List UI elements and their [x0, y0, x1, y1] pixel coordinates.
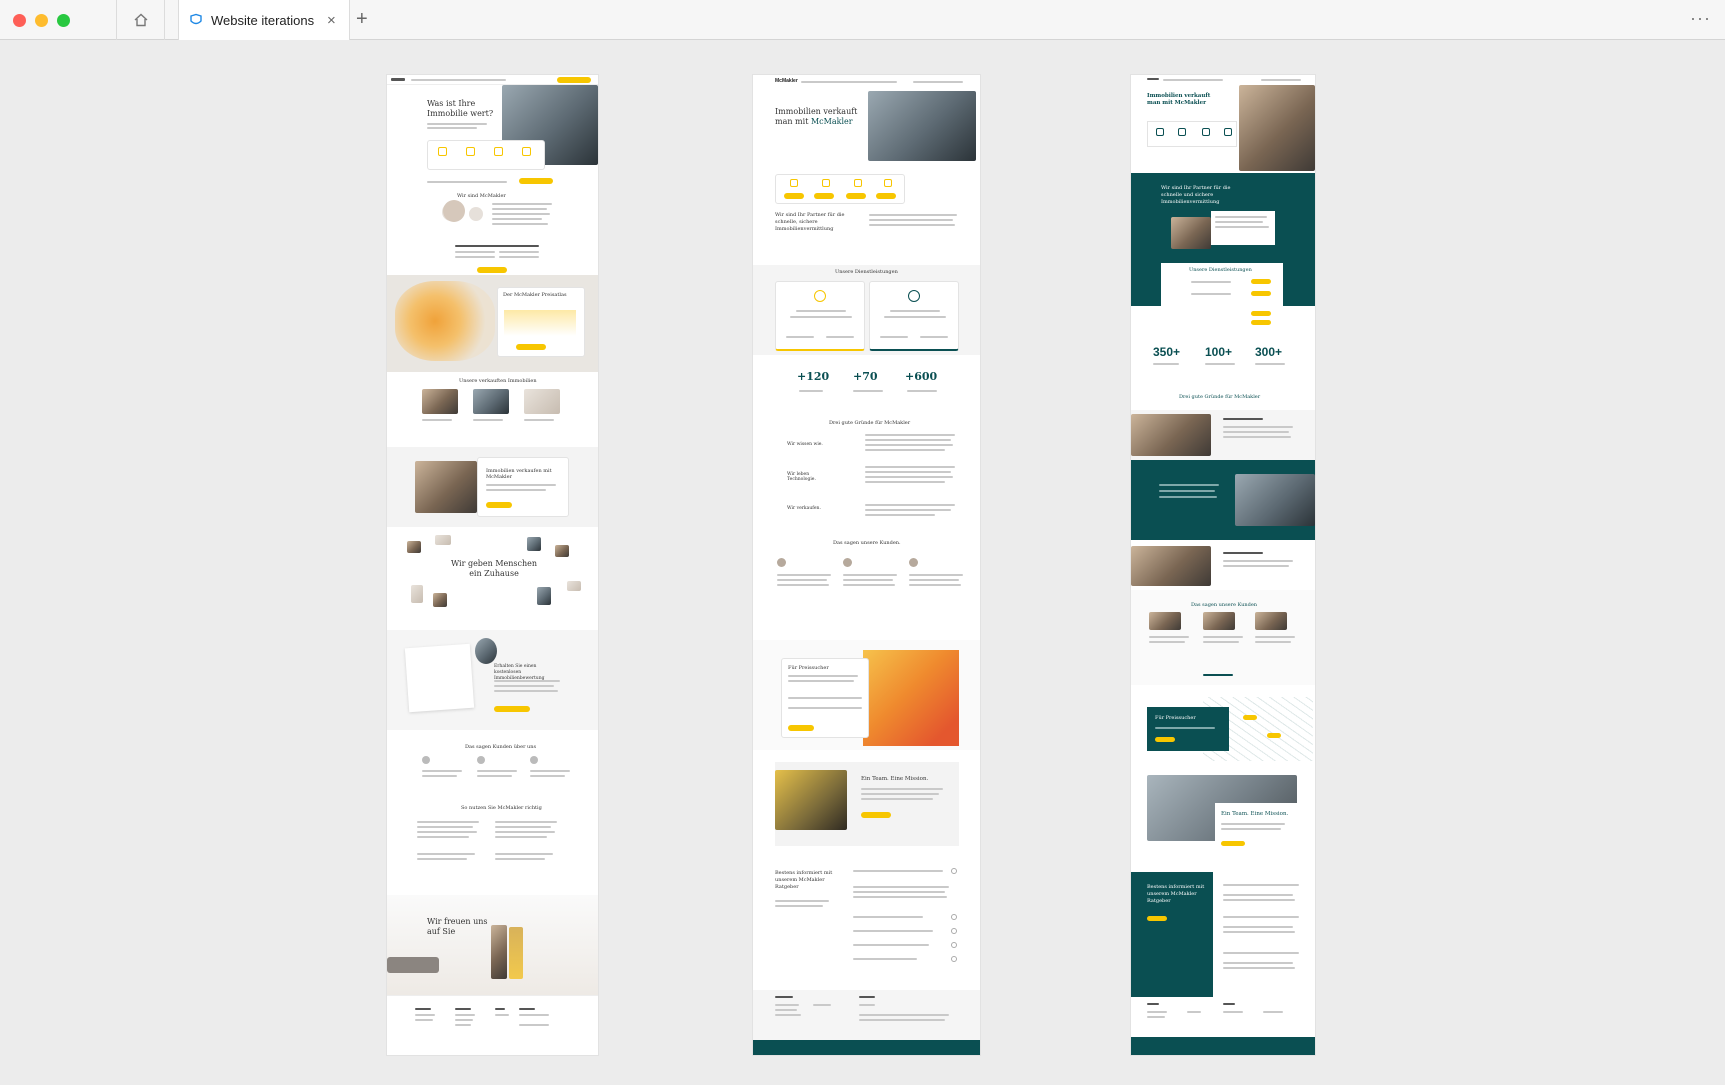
v2-hero-photo	[868, 91, 976, 161]
v3-team: Ein Team. Eine Mission.	[1131, 775, 1315, 865]
iteration-1-frame[interactable]: Was ist Ihre Immobilie wert? Wir sind Mc…	[387, 75, 598, 1055]
v2-stat-3: +600	[905, 370, 938, 383]
v3-price-title: Für Preissucher	[1155, 715, 1196, 721]
v1-about-cta[interactable]	[477, 267, 507, 273]
v1-about-title: Wir sind McMakler	[457, 193, 506, 199]
close-window-button[interactable]	[13, 14, 26, 27]
v2-property-type-card[interactable]	[775, 174, 905, 204]
home-icon	[134, 13, 147, 27]
close-tab-icon[interactable]: ×	[327, 13, 336, 28]
v2-hero-title: Immobilien verkauft man mit McMakler	[775, 107, 858, 126]
v1-sell: Immobilien verkaufen mit McMakler	[387, 447, 598, 527]
iteration-2-frame[interactable]: McMakler Immobilien verkauft man mit McM…	[753, 75, 980, 1055]
v3-partner-title: Wir sind Ihr Partner für die schnelle un…	[1161, 185, 1231, 205]
v1-nav	[387, 75, 598, 85]
v3-advice-list	[1223, 872, 1309, 997]
new-tab-button[interactable]: +	[356, 8, 368, 31]
v3-advice-title: Bestens informiert mit unserem McMakler …	[1147, 884, 1205, 904]
v2-reason-2: Wir leben Technologie.	[787, 472, 816, 482]
v3-team-title: Ein Team. Eine Mission.	[1221, 811, 1289, 817]
v1-price-map: Der McMakler Preisatlas	[387, 275, 598, 372]
v1-sold-title: Unsere verkauften Immobilien	[459, 378, 537, 384]
v1-reviews: Das sagen Kunden über uns	[387, 730, 598, 805]
tab-title: Website iterations	[211, 12, 315, 28]
v1-property-type-card[interactable]	[427, 140, 545, 170]
v3-hero-title: Immobilien verkauft man mit McMakler	[1147, 93, 1211, 106]
v3-footer	[1131, 997, 1315, 1037]
v2-map-visual	[863, 650, 959, 746]
v3-footer-bar	[1131, 1037, 1315, 1055]
v3-reviews: Das sagen unsere Kunden	[1131, 590, 1315, 685]
v3-nav	[1131, 75, 1315, 85]
home-button[interactable]	[116, 0, 164, 40]
v2-price-map: Für Preissucher	[753, 640, 980, 750]
v1-homes: Wir geben Menschen ein Zuhause	[387, 527, 598, 630]
v1-closing: Wir freuen uns auf Sie	[387, 895, 598, 995]
tab-website-iterations[interactable]: Website iterations ×	[178, 0, 350, 40]
v2-advice: Bestens informiert mit unserem McMakler …	[753, 860, 980, 965]
v2-services: Unsere Dienstleistungen	[753, 265, 980, 355]
v1-hero-cta[interactable]	[519, 178, 553, 184]
v3-advice: Bestens informiert mit unserem McMakler …	[1131, 872, 1213, 997]
v2-reviews-title: Das sagen unsere Kunden.	[833, 540, 901, 546]
v3-stat-1: 350+	[1153, 345, 1181, 359]
v2-price-title: Für Preissucher	[788, 665, 829, 671]
v1-guide: Erhalten Sie einen kostenlosen Immobilie…	[387, 630, 598, 730]
design-canvas: Was ist Ihre Immobilie wert? Wir sind Mc…	[0, 41, 1725, 1085]
v3-partner: Wir sind Ihr Partner für die schnelle un…	[1131, 173, 1315, 306]
v2-team-title: Ein Team. Eine Mission.	[861, 776, 929, 782]
iteration-3-frame[interactable]: Immobilien verkauft man mit McMakler Wir…	[1131, 75, 1315, 1055]
v2-logo: McMakler	[775, 78, 798, 84]
v1-faq-title: So nutzen Sie McMakler richtig	[461, 805, 542, 811]
v2-stat-2: +70	[853, 370, 878, 383]
more-menu-button[interactable]: ···	[1690, 8, 1711, 29]
v2-partner: Wir sind Ihr Partner für die schnelle, s…	[753, 210, 980, 270]
v1-footer	[387, 995, 598, 1055]
v1-sell-title: Immobilien verkaufen mit McMakler	[486, 468, 552, 480]
v2-partner-title: Wir sind Ihr Partner für die schnelle, s…	[775, 212, 845, 232]
v2-stats: +120 +70 +600	[753, 360, 980, 420]
v3-reason-1	[1131, 410, 1315, 460]
v1-reviews-title: Das sagen Kunden über uns	[465, 744, 537, 750]
v2-services-title: Unsere Dienstleistungen	[835, 269, 898, 275]
v2-reviews: Das sagen unsere Kunden.	[753, 540, 980, 615]
v2-price-card: Für Preissucher	[781, 658, 869, 738]
v2-nav: McMakler	[753, 75, 980, 89]
v3-hero: Immobilien verkauft man mit McMakler	[1131, 85, 1315, 173]
v2-footer	[753, 990, 980, 1040]
v3-services-title: Unsere Dienstleistungen	[1189, 267, 1252, 273]
v1-price-title: Der McMakler Preisatlas	[503, 292, 567, 298]
v3-stat-3: 300+	[1255, 345, 1283, 359]
v1-hero: Was ist Ihre Immobilie wert? Wir sind Mc…	[387, 85, 598, 275]
v1-price-card: Der McMakler Preisatlas	[497, 287, 585, 357]
v3-reason-2	[1131, 460, 1315, 540]
v3-stat-2: 100+	[1205, 345, 1233, 359]
v1-hero-title: Was ist Ihre Immobilie wert?	[427, 99, 494, 118]
v3-reasons-title: Drei gute Gründe für McMakler	[1179, 394, 1261, 400]
browser-toolbar: Website iterations × + ···	[0, 0, 1725, 40]
v2-reason-1: Wir wissen wie.	[787, 442, 823, 447]
v2-reasons-title: Drei gute Gründe für McMakler	[829, 420, 911, 426]
v2-reason-3: Wir verkaufen.	[787, 506, 821, 511]
v2-hero: Immobilien verkauft man mit McMakler	[753, 89, 980, 174]
v1-homes-title: Wir geben Menschen ein Zuhause	[450, 559, 538, 578]
v3-price-map: Für Preissucher	[1131, 695, 1315, 765]
v2-team: Ein Team. Eine Mission.	[753, 760, 980, 850]
v2-footer-bar	[753, 1040, 980, 1055]
v3-reasons-head: Drei gute Gründe für McMakler	[1131, 390, 1315, 404]
v2-advice-title: Bestens informiert mit unserem McMakler …	[775, 870, 833, 890]
v3-reviews-title: Das sagen unsere Kunden	[1191, 602, 1258, 608]
v1-sold: Unsere verkauften Immobilien	[387, 372, 598, 447]
v1-closing-title: Wir freuen uns auf Sie	[427, 917, 488, 936]
v2-reasons: Drei gute Gründe für McMakler Wir wissen…	[753, 420, 980, 540]
v1-faq: So nutzen Sie McMakler richtig	[387, 805, 598, 895]
v2-stat-1: +120	[797, 370, 830, 383]
tab-favicon-icon	[190, 13, 202, 25]
v3-reason-3	[1131, 540, 1315, 590]
minimize-window-button[interactable]	[35, 14, 48, 27]
zoom-window-button[interactable]	[57, 14, 70, 27]
